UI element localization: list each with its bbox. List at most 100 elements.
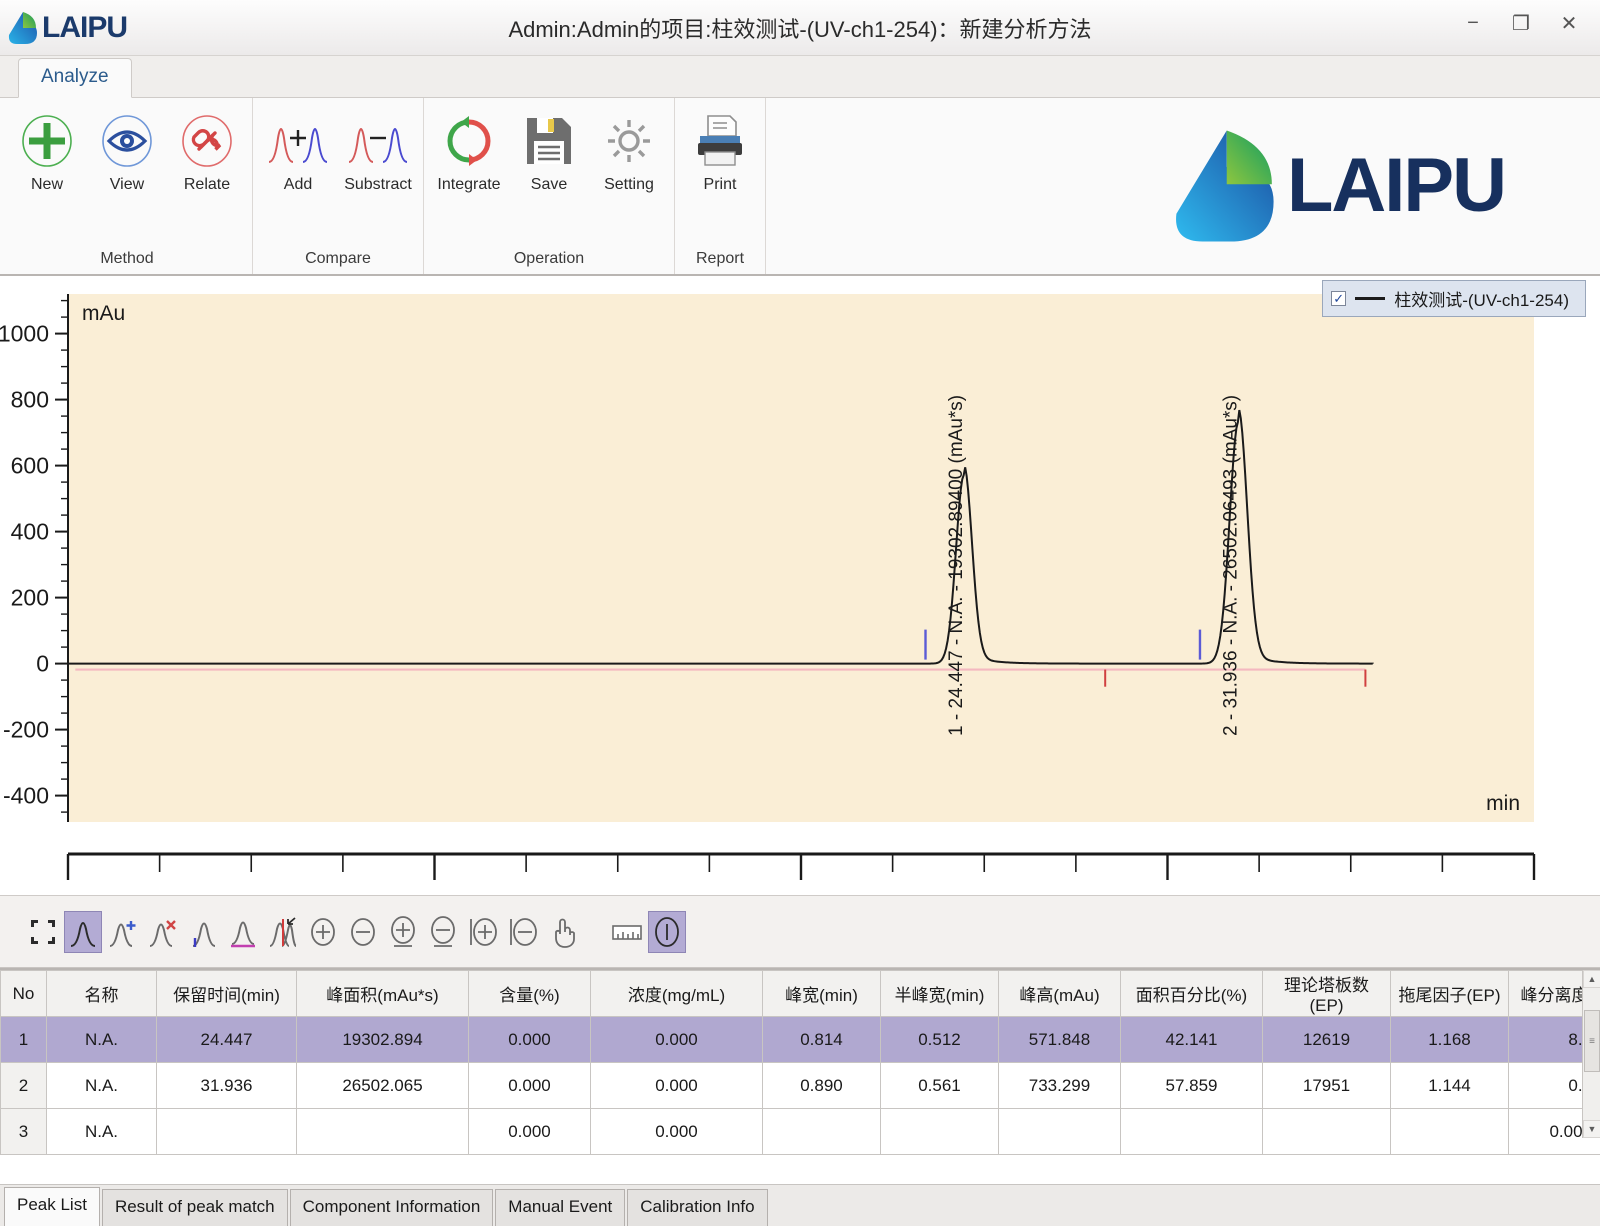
- peaks-subtract-icon: [345, 112, 411, 170]
- zoom-out-y-icon[interactable]: [424, 911, 462, 953]
- window-controls: − ❐ ✕: [1460, 0, 1592, 46]
- ribbon-group-method-label: Method: [8, 248, 246, 274]
- col-half-peak-width[interactable]: 半峰宽(min): [881, 971, 999, 1017]
- col-peak-height[interactable]: 峰高(mAu): [999, 971, 1121, 1017]
- peak-baseline-icon[interactable]: [224, 911, 262, 953]
- cell-plates: 17951: [1263, 1063, 1391, 1109]
- split-peak-icon[interactable]: [264, 911, 302, 953]
- cell-plates: 12619: [1263, 1017, 1391, 1063]
- tab-analyze[interactable]: Analyze: [18, 58, 132, 98]
- peak-start-icon[interactable]: [184, 911, 222, 953]
- col-content[interactable]: 含量(%): [469, 971, 591, 1017]
- cell-height: 571.848: [999, 1017, 1121, 1063]
- table-row[interactable]: 2 N.A. 31.936 26502.065 0.000 0.000 0.89…: [1, 1063, 1600, 1109]
- cell-area-percent: 42.141: [1121, 1017, 1263, 1063]
- button-relate[interactable]: Relate: [168, 104, 246, 194]
- tab-component-information[interactable]: Component Information: [290, 1189, 494, 1226]
- button-add[interactable]: Add: [259, 104, 337, 194]
- zoom-out-region-icon[interactable]: [504, 911, 542, 953]
- col-concentration[interactable]: 浓度(mg/mL): [591, 971, 763, 1017]
- cell-content: 0.000: [469, 1109, 591, 1155]
- chromatogram-plot[interactable]: 10008006004002000-200-400010203040 1 - 2…: [0, 276, 1600, 896]
- add-peak-icon[interactable]: [104, 911, 142, 953]
- button-integrate-label: Integrate: [437, 176, 500, 194]
- floppy-disk-icon: [516, 112, 582, 170]
- col-no[interactable]: No: [1, 971, 47, 1017]
- legend-label: 柱效测试-(UV-ch1-254): [1394, 286, 1569, 311]
- tab-peak-list[interactable]: Peak List: [4, 1187, 100, 1226]
- button-substract[interactable]: Substract: [339, 104, 417, 194]
- cell-height: [999, 1109, 1121, 1155]
- bottom-tab-strip: Peak List Result of peak match Component…: [0, 1184, 1600, 1226]
- legend-checkbox[interactable]: ✓: [1331, 291, 1346, 306]
- button-view[interactable]: View: [88, 104, 166, 194]
- cell-area-percent: [1121, 1109, 1263, 1155]
- tab-manual-event[interactable]: Manual Event: [495, 1189, 625, 1226]
- svg-text:400: 400: [11, 519, 49, 545]
- peak-list-table-panel[interactable]: No 名称 保留时间(min) 峰面积(mAu*s) 含量(%) 浓度(mg/m…: [0, 968, 1600, 1184]
- minimize-button[interactable]: −: [1460, 10, 1486, 36]
- zoom-in-region-icon[interactable]: [464, 911, 502, 953]
- scroll-up-arrow-icon[interactable]: ▲: [1583, 970, 1600, 988]
- tab-result-of-peak-match[interactable]: Result of peak match: [102, 1189, 288, 1226]
- button-relate-label: Relate: [184, 176, 230, 194]
- col-name[interactable]: 名称: [47, 971, 157, 1017]
- button-view-label: View: [110, 176, 144, 194]
- x-axis-unit-label: min: [1486, 792, 1520, 815]
- button-new[interactable]: New: [8, 104, 86, 194]
- svg-text:-200: -200: [3, 717, 49, 743]
- fit-to-window-icon[interactable]: [24, 911, 62, 953]
- button-save[interactable]: Save: [510, 104, 588, 194]
- cell-area-percent: 57.859: [1121, 1063, 1263, 1109]
- gear-icon: [596, 112, 662, 170]
- button-integrate[interactable]: Integrate: [430, 104, 508, 194]
- zoom-in-x-icon[interactable]: [304, 911, 342, 953]
- cell-name: N.A.: [47, 1017, 157, 1063]
- cell-tailing: 1.168: [1391, 1017, 1509, 1063]
- svg-text:200: 200: [11, 585, 49, 611]
- tab-calibration-info[interactable]: Calibration Info: [627, 1189, 767, 1226]
- button-save-label: Save: [531, 176, 567, 194]
- cell-width: 0.814: [763, 1017, 881, 1063]
- ribbon-group-compare-label: Compare: [259, 248, 417, 274]
- pan-hand-icon[interactable]: [544, 911, 582, 953]
- col-tailing-factor[interactable]: 拖尾因子(EP): [1391, 971, 1509, 1017]
- table-header-row: No 名称 保留时间(min) 峰面积(mAu*s) 含量(%) 浓度(mg/m…: [1, 971, 1600, 1017]
- svg-text:10: 10: [421, 892, 449, 896]
- chart-legend[interactable]: ✓ 柱效测试-(UV-ch1-254): [1322, 280, 1586, 317]
- button-substract-label: Substract: [344, 176, 412, 194]
- refresh-arrows-icon: [436, 112, 502, 170]
- chromatogram-panel[interactable]: ✓ 柱效测试-(UV-ch1-254) 10008006004002000-20…: [0, 276, 1600, 896]
- cell-half-width: 0.561: [881, 1063, 999, 1109]
- ribbon-tab-strip: Analyze: [0, 56, 1600, 98]
- close-button[interactable]: ✕: [1556, 10, 1582, 36]
- scroll-down-arrow-icon[interactable]: ▼: [1583, 1120, 1600, 1138]
- zoom-out-x-icon[interactable]: [344, 911, 382, 953]
- window-title: Admin:Admin的项目:柱效测试-(UV-ch1-254)：新建分析方法: [0, 12, 1600, 44]
- cell-no: 1: [1, 1017, 47, 1063]
- table-vertical-scrollbar[interactable]: ▲ ≡ ▼: [1582, 970, 1600, 1138]
- delete-peak-icon[interactable]: [144, 911, 182, 953]
- zoom-in-y-icon[interactable]: [384, 911, 422, 953]
- col-theoretical-plates[interactable]: 理论塔板数(EP): [1263, 971, 1391, 1017]
- scrollbar-thumb[interactable]: ≡: [1584, 1010, 1600, 1072]
- button-add-label: Add: [284, 176, 312, 194]
- cell-area: 19302.894: [297, 1017, 469, 1063]
- svg-text:800: 800: [11, 387, 49, 413]
- select-peak-icon[interactable]: [64, 911, 102, 953]
- col-peak-area[interactable]: 峰面积(mAu*s): [297, 971, 469, 1017]
- table-row[interactable]: 1 N.A. 24.447 19302.894 0.000 0.000 0.81…: [1, 1017, 1600, 1063]
- button-setting[interactable]: Setting: [590, 104, 668, 194]
- info-circle-icon[interactable]: [648, 911, 686, 953]
- cell-tailing: [1391, 1109, 1509, 1155]
- button-print[interactable]: Print: [681, 104, 759, 194]
- col-peak-width[interactable]: 峰宽(min): [763, 971, 881, 1017]
- ruler-icon[interactable]: [608, 911, 646, 953]
- plus-circle-icon: [14, 112, 80, 170]
- col-area-percent[interactable]: 面积百分比(%): [1121, 971, 1263, 1017]
- restore-button[interactable]: ❐: [1508, 10, 1534, 36]
- col-retention-time[interactable]: 保留时间(min): [157, 971, 297, 1017]
- table-row[interactable]: 3 N.A. 0.000 0.000 0.000: [1, 1109, 1600, 1155]
- svg-text:0: 0: [61, 892, 75, 896]
- eye-circle-icon: [94, 112, 160, 170]
